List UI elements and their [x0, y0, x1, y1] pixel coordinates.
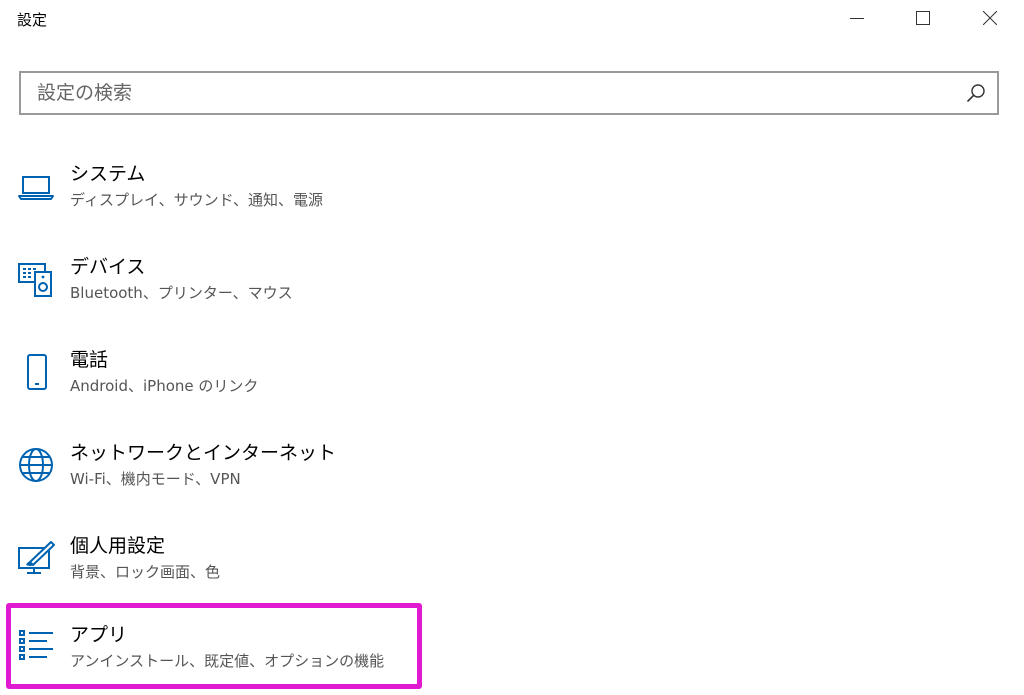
settings-item-personalization[interactable]: 個人用設定 背景、ロック画面、色 [12, 518, 412, 600]
search-box [19, 71, 999, 115]
search-input[interactable] [21, 73, 951, 113]
settings-item-phone[interactable]: 電話 Android、iPhone のリンク [12, 332, 412, 414]
close-button[interactable] [967, 0, 1013, 36]
settings-item-description: Wi-Fi、機内モード、VPN [70, 470, 241, 488]
settings-item-label: ネットワークとインターネット [70, 442, 337, 464]
globe-icon [19, 448, 53, 482]
maximize-button[interactable] [900, 0, 946, 36]
settings-item-apps[interactable]: アプリ アンインストール、既定値、オプションの機能 [6, 603, 422, 689]
settings-item-network[interactable]: ネットワークとインターネット Wi-Fi、機内モード、VPN [12, 425, 412, 507]
minimize-button[interactable] [834, 0, 880, 36]
settings-item-description: アンインストール、既定値、オプションの機能 [70, 652, 385, 670]
window-title: 設定 [17, 11, 48, 29]
settings-item-description: Android、iPhone のリンク [70, 377, 259, 395]
phone-icon [27, 354, 47, 390]
minimize-icon [850, 18, 864, 19]
apps-list-icon [19, 630, 53, 660]
settings-item-system[interactable]: システム ディスプレイ、サウンド、通知、電源 [12, 146, 412, 228]
settings-item-label: アプリ [70, 624, 128, 646]
settings-window: 設定 システム ディスプレ [0, 0, 1024, 695]
settings-item-description: Bluetooth、プリンター、マウス [70, 284, 293, 302]
settings-item-label: 個人用設定 [70, 535, 166, 557]
personalization-icon [18, 541, 55, 574]
devices-icon [18, 263, 52, 297]
settings-item-label: デバイス [70, 256, 146, 278]
settings-item-devices[interactable]: デバイス Bluetooth、プリンター、マウス [12, 239, 412, 321]
title-bar: 設定 [0, 0, 1024, 38]
close-icon [983, 11, 997, 25]
maximize-icon [916, 11, 930, 25]
laptop-icon [18, 176, 54, 200]
search-icon[interactable] [965, 82, 987, 104]
settings-item-label: 電話 [70, 349, 109, 371]
settings-item-label: システム [70, 163, 146, 185]
settings-item-description: ディスプレイ、サウンド、通知、電源 [70, 191, 324, 209]
settings-item-description: 背景、ロック画面、色 [70, 563, 221, 581]
